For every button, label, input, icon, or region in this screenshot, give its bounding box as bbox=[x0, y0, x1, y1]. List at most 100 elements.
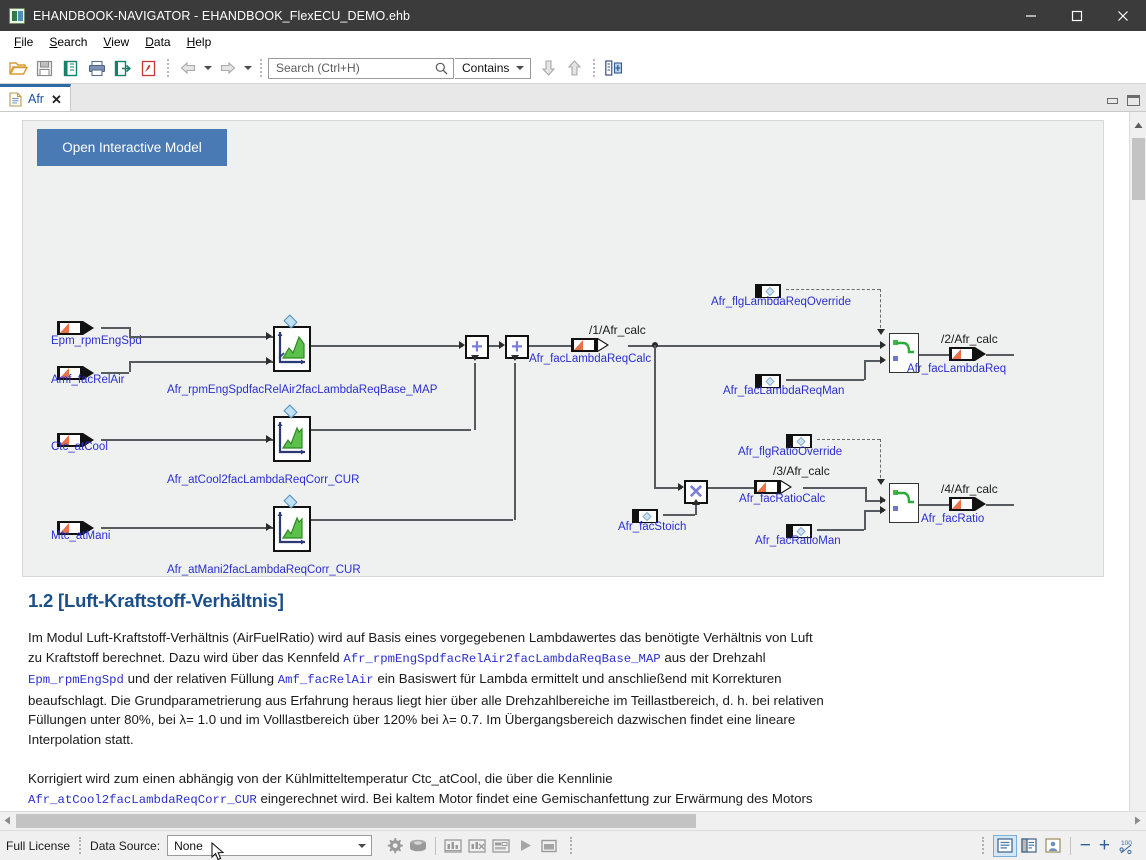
cur-block-atcool[interactable] bbox=[273, 416, 311, 462]
play-icon[interactable] bbox=[513, 834, 537, 858]
forward-dropdown-icon[interactable] bbox=[241, 56, 254, 81]
annotation-2-afr-calc: /2/Afr_calc bbox=[941, 332, 998, 346]
license-status: Full License bbox=[6, 839, 70, 853]
tab-close-icon[interactable]: ✕ bbox=[50, 93, 63, 106]
annotation-4-afr-calc: /4/Afr_calc bbox=[941, 482, 998, 496]
vertical-scroll-thumb[interactable] bbox=[1132, 138, 1145, 200]
sum-block-2-operator: + bbox=[511, 337, 523, 357]
zoom-reset-button[interactable]: 100 bbox=[1114, 838, 1140, 854]
signal-port-afr-facratiocalc[interactable] bbox=[754, 480, 792, 494]
app-icon bbox=[9, 8, 25, 24]
page-title: 1.2 [Luft-Kraftstoff-Verhältnis] bbox=[28, 590, 828, 612]
title-bar: EHANDBOOK-NAVIGATOR - EHANDBOOK_FlexECU_… bbox=[0, 0, 1146, 31]
inline-code: Afr_atCool2facLambdaReqCorr_CUR bbox=[28, 793, 257, 807]
signal-port-afr-faclambdareqcalc[interactable] bbox=[571, 338, 609, 352]
chevron-down-icon bbox=[358, 844, 366, 848]
tab-label: Afr bbox=[28, 92, 44, 106]
menu-file-rest: ile bbox=[21, 35, 33, 49]
label-afr-facstoich: Afr_facStoich bbox=[618, 521, 686, 533]
measure-icon[interactable] bbox=[441, 834, 465, 858]
calibrate-icon[interactable] bbox=[465, 834, 489, 858]
menu-bar: File Search View Data Help bbox=[0, 31, 1146, 53]
menu-help[interactable]: Help bbox=[179, 33, 220, 51]
view-single-icon[interactable] bbox=[993, 835, 1017, 857]
data-source-label: Data Source: bbox=[90, 839, 160, 853]
search-input[interactable] bbox=[274, 60, 432, 76]
application-window: EHANDBOOK-NAVIGATOR - EHANDBOOK_FlexECU_… bbox=[0, 0, 1146, 860]
inline-text: und der relativen Füllung bbox=[124, 671, 278, 686]
minimize-button[interactable] bbox=[1008, 0, 1054, 31]
zoom-in-button[interactable]: + bbox=[1095, 836, 1114, 855]
zoom-out-button[interactable]: − bbox=[1076, 836, 1095, 855]
maximize-panel-icon[interactable] bbox=[1127, 95, 1140, 106]
menu-help-rest: elp bbox=[195, 35, 211, 49]
scroll-up-icon[interactable] bbox=[1134, 116, 1143, 134]
open-icon[interactable] bbox=[6, 56, 31, 81]
signal-port-afr-facratio[interactable] bbox=[949, 497, 986, 511]
inline-code: Afr_rpmEngSpdfacRelAir2facLambdaReqBase_… bbox=[343, 652, 660, 666]
horizontal-scroll-thumb[interactable] bbox=[16, 814, 696, 828]
vertical-scrollbar[interactable] bbox=[1129, 112, 1146, 811]
save-icon[interactable] bbox=[32, 56, 57, 81]
annotation-1-afr-calc: /1/Afr_calc bbox=[589, 323, 646, 337]
document-body: 1.2 [Luft-Kraftstoff-Verhältnis] Im Modu… bbox=[28, 590, 828, 811]
view-split-icon[interactable] bbox=[1017, 835, 1041, 857]
label-afr-faclambdareqcalc: Afr_facLambdaReqCalc bbox=[529, 353, 651, 365]
signal-port-afr-faclambdareq[interactable] bbox=[949, 347, 986, 361]
menu-view-rest: iew bbox=[111, 35, 129, 49]
menu-data-rest: ata bbox=[154, 35, 171, 49]
forward-arrow-icon[interactable] bbox=[215, 56, 240, 81]
data-source-dropdown[interactable]: None bbox=[167, 835, 372, 856]
stop-icon[interactable] bbox=[537, 834, 561, 858]
database-icon[interactable] bbox=[406, 834, 430, 858]
structure-view-icon[interactable] bbox=[601, 56, 626, 81]
menu-view[interactable]: View bbox=[95, 33, 137, 51]
restore-panel-icon[interactable] bbox=[1107, 98, 1118, 104]
layout-icon[interactable] bbox=[489, 834, 513, 858]
print-icon[interactable] bbox=[84, 56, 109, 81]
scroll-left-icon[interactable] bbox=[4, 812, 11, 830]
open-interactive-model-button[interactable]: Open Interactive Model bbox=[37, 129, 227, 166]
label-cur-atmani: Afr_atMani2facLambdaReqCorr_CUR bbox=[167, 564, 361, 576]
horizontal-scrollbar[interactable] bbox=[0, 811, 1146, 830]
model-diagram[interactable]: Open Interactive Model Epm_rpmEngSpd bbox=[22, 120, 1104, 577]
back-dropdown-icon[interactable] bbox=[201, 56, 214, 81]
label-mtc-atmani: Mtc_atMani bbox=[51, 530, 110, 542]
find-next-icon[interactable] bbox=[536, 56, 561, 81]
find-previous-icon[interactable] bbox=[562, 56, 587, 81]
label-amf-facrelair: Amf_facRelAir bbox=[51, 374, 125, 386]
label-afr-facratiocalc: Afr_facRatioCalc bbox=[739, 493, 825, 505]
document-icon bbox=[9, 92, 22, 107]
inline-text: aus der Drehzahl bbox=[661, 650, 766, 665]
menu-search[interactable]: Search bbox=[41, 33, 95, 51]
label-afr-flgratiooverride: Afr_flgRatioOverride bbox=[738, 446, 842, 458]
search-box[interactable] bbox=[268, 58, 454, 79]
menu-file[interactable]: File bbox=[6, 33, 41, 51]
main-toolbar: Contains bbox=[0, 53, 1146, 84]
close-button[interactable] bbox=[1100, 0, 1146, 31]
annotation-3-afr-calc: /3/Afr_calc bbox=[773, 464, 830, 478]
view-person-icon[interactable] bbox=[1041, 835, 1065, 857]
menu-data[interactable]: Data bbox=[137, 33, 178, 51]
export-container-icon[interactable] bbox=[58, 56, 83, 81]
cur-block-atmani[interactable] bbox=[273, 506, 311, 552]
search-mode-dropdown[interactable]: Contains bbox=[455, 58, 531, 79]
tab-afr[interactable]: Afr ✕ bbox=[0, 84, 71, 111]
export-icon[interactable] bbox=[110, 56, 135, 81]
pdf-icon[interactable] bbox=[136, 56, 161, 81]
maximize-button[interactable] bbox=[1054, 0, 1100, 31]
settings-gear-icon[interactable] bbox=[382, 834, 406, 858]
inline-code: Amf_facRelAir bbox=[278, 673, 374, 687]
chevron-down-icon bbox=[516, 66, 524, 70]
scroll-right-icon[interactable] bbox=[1134, 812, 1141, 830]
search-icon[interactable] bbox=[432, 62, 451, 75]
switch-block-ratio[interactable] bbox=[889, 483, 919, 523]
signal-port-epm-rpmengspd[interactable] bbox=[57, 321, 94, 335]
back-arrow-icon[interactable] bbox=[175, 56, 200, 81]
label-ctc-atcool: Ctc_atCool bbox=[51, 441, 108, 453]
inline-text: Korrigiert wird zum einen abhängig von d… bbox=[28, 771, 613, 786]
label-afr-faclambdareq: Afr_facLambdaReq bbox=[907, 363, 1006, 375]
sum-block-1-operator: + bbox=[471, 337, 483, 357]
map-block-lambda-base[interactable] bbox=[273, 326, 311, 372]
data-source-value: None bbox=[174, 839, 203, 853]
